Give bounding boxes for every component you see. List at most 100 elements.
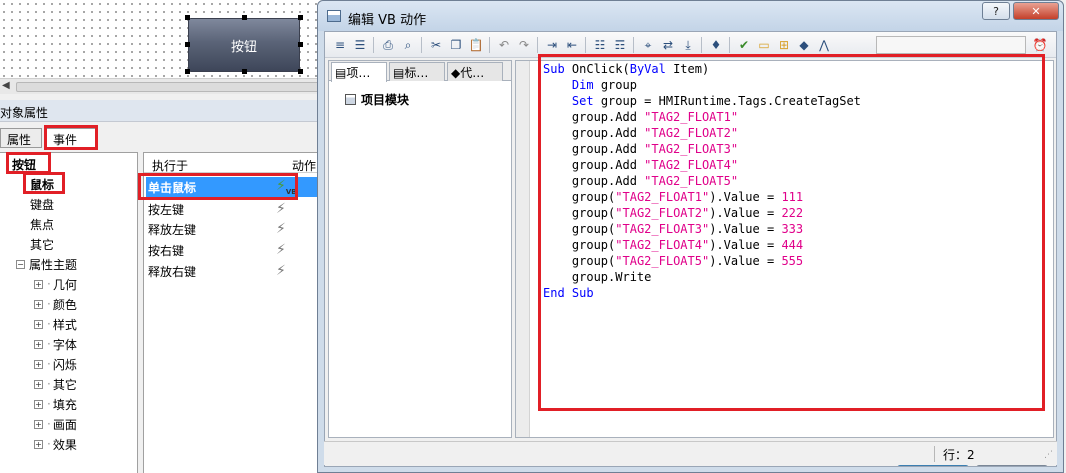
tree-subitem[interactable]: + · 填充 — [34, 395, 77, 413]
folder-icon[interactable]: ▭ — [755, 36, 773, 54]
code-line[interactable]: group.Add "TAG2_FLOAT2" — [543, 125, 861, 141]
tag-icon[interactable]: ◆ — [795, 36, 813, 54]
selection-handle[interactable] — [185, 15, 190, 20]
expand-icon[interactable]: + — [34, 439, 43, 449]
code-text[interactable]: Sub OnClick(ByVal Item) Dim group Set gr… — [543, 61, 861, 301]
toolbar-combo[interactable] — [876, 36, 1026, 54]
copy-icon[interactable]: ❐ — [447, 36, 465, 54]
tree-item-mouse[interactable]: 鼠标 — [30, 175, 54, 193]
outdent-icon[interactable]: ⇤ — [563, 36, 581, 54]
expand-icon[interactable]: + — [34, 399, 43, 409]
expand-icon[interactable]: + — [34, 379, 43, 389]
code-line[interactable]: Sub OnClick(ByVal Item) — [543, 61, 861, 77]
code-line[interactable]: group("TAG2_FLOAT3").Value = 333 — [543, 221, 861, 237]
expand-icon[interactable]: + — [34, 319, 43, 329]
tree-subitem[interactable]: + · 其它 — [34, 375, 77, 393]
close-button[interactable]: ✕ — [1013, 2, 1059, 20]
tab-properties[interactable]: 属性 — [0, 128, 42, 148]
clock-icon[interactable]: ⏰ — [1031, 36, 1049, 54]
tab-project[interactable]: ▤项… — [331, 62, 387, 82]
code-line[interactable]: group("TAG2_FLOAT2").Value = 222 — [543, 205, 861, 221]
event-row-left-press[interactable]: 按左键 ⚡ — [146, 199, 321, 219]
uncomment-icon[interactable]: ☶ — [611, 36, 629, 54]
lightning-icon[interactable]: ⚡ — [276, 263, 286, 279]
screen-canvas[interactable]: 按钮 — [0, 0, 320, 78]
code-line[interactable]: group.Write — [543, 269, 861, 285]
expand-icon[interactable]: + — [34, 339, 43, 349]
event-row-right-press[interactable]: 按右键 ⚡ — [146, 240, 321, 260]
indent-icon[interactable]: ⇥ — [543, 36, 561, 54]
code-line[interactable]: End Sub — [543, 285, 861, 301]
scroll-left-arrow-icon[interactable]: ◀ — [2, 80, 10, 91]
expand-icon[interactable]: + — [34, 359, 43, 369]
tree-item-keyboard[interactable]: 键盘 — [30, 195, 54, 213]
selection-handle[interactable] — [298, 42, 303, 47]
lightning-icon[interactable]: ⚡ — [276, 201, 286, 217]
function-icon[interactable]: ⋀ — [815, 36, 833, 54]
help-button[interactable]: ? — [982, 2, 1010, 20]
code-line[interactable]: group("TAG2_FLOAT1").Value = 111 — [543, 189, 861, 205]
tree-subitem[interactable]: + · 画面 — [34, 415, 77, 433]
window-titlebar[interactable]: 编辑 VB 动作 ? ✕ — [318, 1, 1063, 31]
expand-icon[interactable]: + — [34, 279, 43, 289]
add-folder-icon[interactable]: ⊞ — [775, 36, 793, 54]
print-preview-icon[interactable]: ⌕ — [399, 36, 417, 54]
tree-subitem[interactable]: + · 颜色 — [34, 295, 77, 313]
code-editor[interactable]: Sub OnClick(ByVal Item) Dim group Set gr… — [515, 60, 1054, 438]
cut-icon[interactable]: ✂ — [427, 36, 445, 54]
tree-item-focus[interactable]: 焦点 — [30, 215, 54, 233]
tab-events[interactable]: 事件 — [46, 128, 96, 148]
tree-subitem[interactable]: + · 几何 — [34, 275, 77, 293]
redo-icon[interactable]: ↷ — [515, 36, 533, 54]
project-module-item[interactable]: 项目模块 — [345, 91, 409, 108]
tree-item-object[interactable]: 按钮 — [12, 155, 36, 173]
selection-handle[interactable] — [185, 69, 190, 74]
code-line[interactable]: group.Add "TAG2_FLOAT5" — [543, 173, 861, 189]
scrollbar-thumb[interactable] — [16, 82, 320, 92]
tree-subitem[interactable]: + · 效果 — [34, 435, 77, 453]
canvas-button-widget[interactable]: 按钮 — [188, 18, 300, 72]
tab-code[interactable]: ◆代… — [447, 62, 503, 81]
tree-item-other[interactable]: 其它 — [30, 235, 54, 253]
code-line[interactable]: Dim group — [543, 77, 861, 93]
code-line[interactable]: group.Add "TAG2_FLOAT3" — [543, 141, 861, 157]
goto-icon[interactable]: ⤓ — [679, 36, 697, 54]
tree-subitem[interactable]: + · 闪烁 — [34, 355, 77, 373]
tree-group-property-topics[interactable]: − 属性主题 — [16, 255, 77, 273]
code-line[interactable]: group.Add "TAG2_FLOAT4" — [543, 157, 861, 173]
list-icon[interactable]: ≡ — [331, 36, 349, 54]
collapse-icon[interactable]: − — [16, 259, 25, 269]
code-line[interactable]: group("TAG2_FLOAT5").Value = 555 — [543, 253, 861, 269]
lightning-icon[interactable]: ⚡ — [276, 242, 286, 258]
vb-action-icon[interactable]: ⚡VB — [276, 178, 297, 196]
selection-handle[interactable] — [298, 15, 303, 20]
code-line[interactable]: Set group = HMIRuntime.Tags.CreateTagSet — [543, 93, 861, 109]
canvas-horizontal-scrollbar[interactable]: ◀ — [0, 78, 320, 94]
replace-icon[interactable]: ⇄ — [659, 36, 677, 54]
event-row-left-release[interactable]: 释放左键 ⚡ — [146, 219, 321, 239]
event-row-right-release[interactable]: 释放右键 ⚡ — [146, 261, 321, 281]
lightning-icon[interactable]: ⚡ — [276, 221, 286, 237]
comment-icon[interactable]: ☷ — [591, 36, 609, 54]
code-line[interactable]: group("TAG2_FLOAT4").Value = 444 — [543, 237, 861, 253]
undo-icon[interactable]: ↶ — [495, 36, 513, 54]
selection-handle[interactable] — [298, 69, 303, 74]
expand-icon[interactable]: + — [34, 419, 43, 429]
expand-icon[interactable]: + — [34, 299, 43, 309]
resize-grip-icon[interactable]: ⋰ — [1044, 450, 1053, 460]
event-row-click[interactable]: 单击鼠标 ⚡VB — [146, 177, 321, 197]
align-icon[interactable]: ☰ — [351, 36, 369, 54]
tree-subitem[interactable]: + · 样式 — [34, 315, 77, 333]
code-line[interactable]: group.Add "TAG2_FLOAT1" — [543, 109, 861, 125]
print-icon[interactable]: ⎙ — [379, 36, 397, 54]
selection-handle[interactable] — [242, 69, 247, 74]
check-syntax-icon[interactable]: ✔ — [735, 36, 753, 54]
tree-subitem[interactable]: + · 字体 — [34, 335, 77, 353]
selection-handle[interactable] — [185, 42, 190, 47]
bookmark-icon[interactable]: ♦ — [707, 36, 725, 54]
find-icon[interactable]: ⌖ — [639, 36, 657, 54]
paste-icon[interactable]: 📋 — [467, 36, 485, 54]
tab-standard[interactable]: ▤标… — [389, 62, 445, 81]
selection-handle[interactable] — [242, 15, 247, 20]
